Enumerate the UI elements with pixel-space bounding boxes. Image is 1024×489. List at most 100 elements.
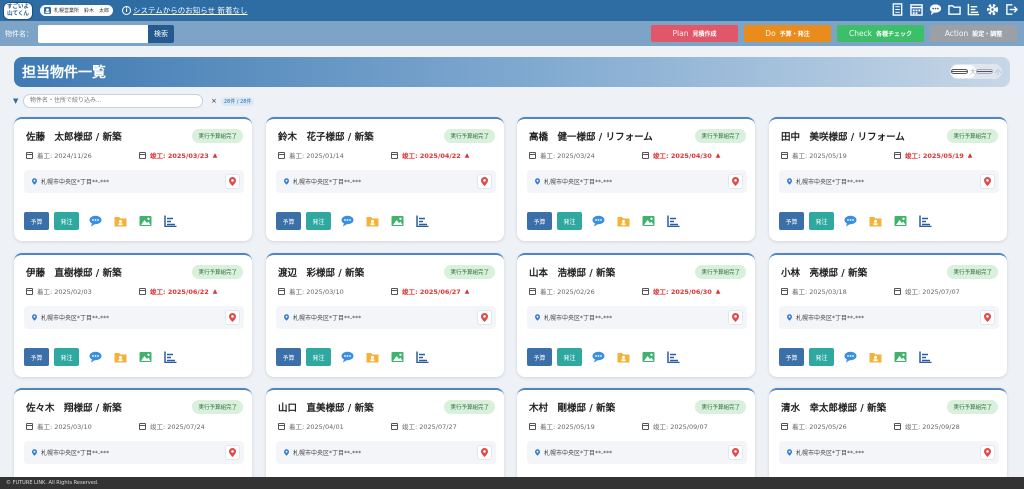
property-search-input[interactable] — [38, 24, 148, 43]
order-button[interactable]: 発注 — [557, 212, 582, 230]
property-name[interactable]: 鈴木 花子様邸 / 新築 — [278, 129, 374, 143]
budget-button[interactable]: 予算 — [24, 348, 49, 366]
chart-icon[interactable] — [164, 351, 177, 363]
document-icon[interactable] — [891, 3, 904, 16]
chart-icon[interactable] — [919, 351, 932, 363]
user-folder-icon[interactable] — [617, 215, 630, 227]
order-button[interactable]: 発注 — [306, 212, 331, 230]
order-button[interactable]: 発注 — [54, 212, 79, 230]
map-button[interactable] — [477, 445, 492, 460]
order-button[interactable]: 発注 — [809, 348, 834, 366]
property-name[interactable]: 高橋 健一様邸 / リフォーム — [529, 129, 653, 143]
user-folder-icon[interactable] — [366, 215, 379, 227]
notice-text[interactable]: システムからのお知らせ 新着なし — [133, 5, 248, 16]
chat-icon[interactable] — [341, 215, 354, 227]
search-button[interactable]: 検索 — [148, 24, 174, 43]
property-card[interactable]: 鈴木 花子様邸 / 新築 実行予算組完了 着工: 2025/01/14 竣工: 202… — [266, 117, 504, 241]
map-button[interactable] — [728, 445, 743, 460]
image-icon[interactable] — [391, 215, 404, 227]
chart-icon[interactable] — [967, 3, 980, 16]
chat-icon[interactable] — [592, 215, 605, 227]
image-icon[interactable] — [894, 215, 907, 227]
budget-button[interactable]: 予算 — [24, 212, 49, 230]
chart-icon[interactable] — [667, 215, 680, 227]
image-icon[interactable] — [894, 351, 907, 363]
user-folder-icon[interactable] — [617, 351, 630, 363]
image-icon[interactable] — [139, 215, 152, 227]
user-folder-icon[interactable] — [114, 351, 127, 363]
filter-input[interactable] — [23, 94, 203, 108]
property-card[interactable]: 高橋 健一様邸 / リフォーム 実行予算組完了 着工: 2025/03/24 竣工: … — [517, 117, 755, 241]
chat-icon[interactable] — [844, 215, 857, 227]
app-logo[interactable]: すごいよ 山てくん — [3, 1, 33, 20]
logout-icon[interactable] — [1005, 3, 1018, 16]
user-folder-icon[interactable] — [114, 215, 127, 227]
property-name[interactable]: 山口 直美様邸 / 新築 — [278, 400, 374, 414]
property-card[interactable]: 伊藤 直樹様邸 / 新築 実行予算組完了 着工: 2025/02/03 竣工: 202… — [14, 253, 252, 377]
property-name[interactable]: 田中 美咲様邸 / リフォーム — [781, 129, 905, 143]
user-folder-icon[interactable] — [869, 215, 882, 227]
budget-button[interactable]: 予算 — [779, 212, 804, 230]
order-button[interactable]: 発注 — [809, 212, 834, 230]
map-button[interactable] — [477, 310, 492, 325]
user-chip[interactable]: 札幌営業所 鈴木 太郎 — [40, 5, 114, 16]
user-folder-icon[interactable] — [366, 351, 379, 363]
size-small-toggle[interactable]: 小 — [976, 65, 1001, 78]
chart-icon[interactable] — [667, 351, 680, 363]
budget-button[interactable]: 予算 — [276, 348, 301, 366]
do-button[interactable]: Do 予算・発注 — [744, 25, 831, 42]
image-icon[interactable] — [642, 351, 655, 363]
system-notice[interactable]: i システムからのお知らせ 新着なし — [122, 5, 248, 16]
map-button[interactable] — [980, 310, 995, 325]
budget-button[interactable]: 予算 — [779, 348, 804, 366]
plan-button[interactable]: Plan 見積作成 — [651, 25, 738, 42]
property-name[interactable]: 伊藤 直樹様邸 / 新築 — [26, 265, 122, 279]
property-card[interactable]: 山本 浩様邸 / 新築 実行予算組完了 着工: 2025/02/26 竣工: 2025… — [517, 253, 755, 377]
map-button[interactable] — [728, 174, 743, 189]
map-button[interactable] — [225, 310, 240, 325]
chart-icon[interactable] — [416, 351, 429, 363]
property-card[interactable]: 木村 剛様邸 / 新築 実行予算組完了 着工: 2025/05/19 竣工: 2025… — [517, 388, 755, 489]
size-large-toggle[interactable]: 大 — [951, 65, 976, 78]
budget-button[interactable]: 予算 — [276, 212, 301, 230]
order-button[interactable]: 発注 — [557, 348, 582, 366]
chart-icon[interactable] — [164, 215, 177, 227]
order-button[interactable]: 発注 — [306, 348, 331, 366]
check-button[interactable]: Check 各種チェック — [837, 25, 924, 42]
property-card[interactable]: 佐々木 翔様邸 / 新築 実行予算組完了 着工: 2025/03/10 竣工: 202… — [14, 388, 252, 489]
chat-icon[interactable] — [341, 351, 354, 363]
map-button[interactable] — [477, 174, 492, 189]
map-button[interactable] — [728, 310, 743, 325]
property-card[interactable]: 渡辺 彩様邸 / 新築 実行予算組完了 着工: 2025/03/10 竣工: 2025… — [266, 253, 504, 377]
property-card[interactable]: 佐藤 太郎様邸 / 新築 実行予算組完了 着工: 2024/11/26 竣工: 202… — [14, 117, 252, 241]
property-name[interactable]: 佐々木 翔様邸 / 新築 — [26, 400, 122, 414]
image-icon[interactable] — [391, 351, 404, 363]
property-name[interactable]: 小林 亮様邸 / 新築 — [781, 265, 867, 279]
chat-icon[interactable] — [89, 215, 102, 227]
property-name[interactable]: 山本 浩様邸 / 新築 — [529, 265, 615, 279]
gear-icon[interactable] — [986, 3, 999, 16]
folder-icon[interactable] — [948, 3, 961, 16]
chat-icon[interactable] — [89, 351, 102, 363]
order-button[interactable]: 発注 — [54, 348, 79, 366]
property-name[interactable]: 木村 剛様邸 / 新築 — [529, 400, 615, 414]
property-name[interactable]: 渡辺 彩様邸 / 新築 — [278, 265, 364, 279]
property-name[interactable]: 清水 幸太郎様邸 / 新築 — [781, 400, 886, 414]
map-button[interactable] — [980, 174, 995, 189]
image-icon[interactable] — [139, 351, 152, 363]
chart-icon[interactable] — [919, 215, 932, 227]
budget-button[interactable]: 予算 — [527, 348, 552, 366]
property-name[interactable]: 佐藤 太郎様邸 / 新築 — [26, 129, 122, 143]
map-button[interactable] — [225, 445, 240, 460]
calendar-icon[interactable] — [910, 3, 923, 16]
map-button[interactable] — [225, 174, 240, 189]
image-icon[interactable] — [642, 215, 655, 227]
property-card[interactable]: 小林 亮様邸 / 新築 実行予算組完了 着工: 2025/03/18 竣工: 2025… — [769, 253, 1007, 377]
property-card[interactable]: 山口 直美様邸 / 新築 実行予算組完了 着工: 2025/04/01 竣工: 202… — [266, 388, 504, 489]
chat-icon[interactable] — [844, 351, 857, 363]
budget-button[interactable]: 予算 — [527, 212, 552, 230]
property-card[interactable]: 田中 美咲様邸 / リフォーム 実行予算組完了 着工: 2025/05/19 竣工: … — [769, 117, 1007, 241]
user-folder-icon[interactable] — [869, 351, 882, 363]
action-button[interactable]: Action 設定・調整 — [930, 25, 1017, 42]
clear-filter-button[interactable]: × — [211, 97, 217, 105]
